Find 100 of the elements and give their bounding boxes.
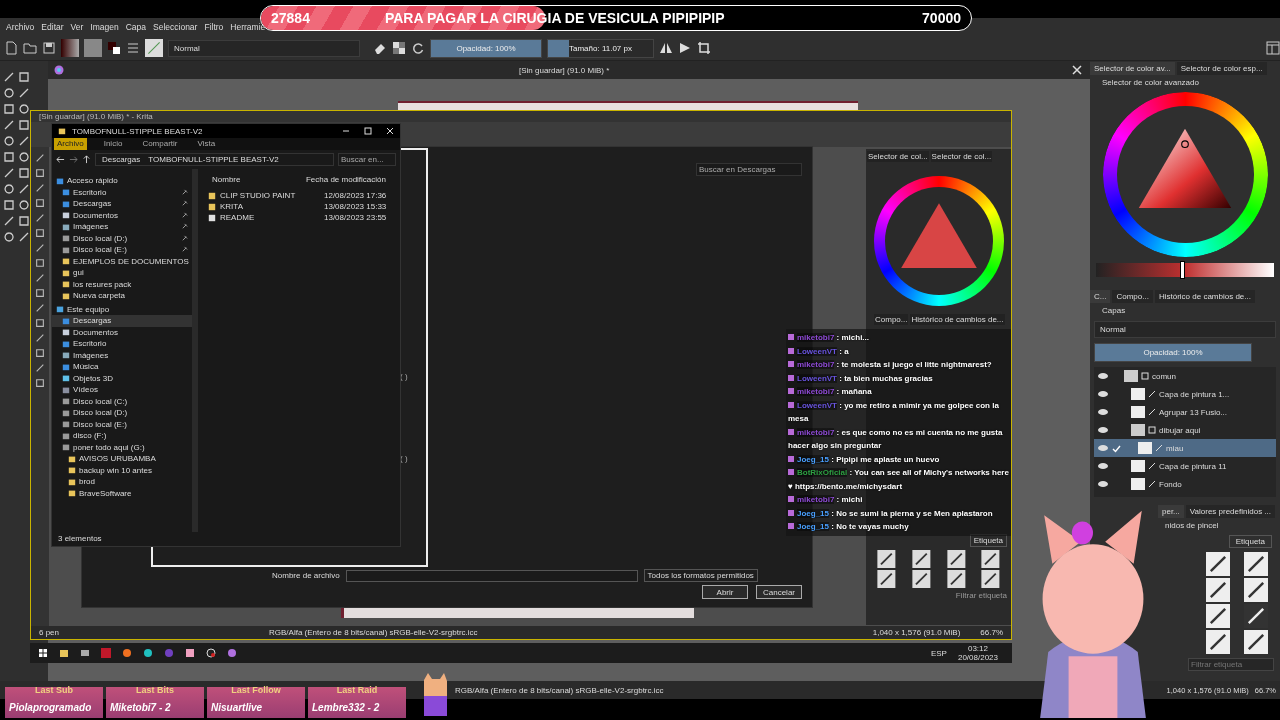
tool-icon[interactable] [3,135,15,147]
docker-tab[interactable]: Valores predefinidos ... [1185,505,1276,518]
crop-icon[interactable] [697,41,711,55]
tree-item[interactable]: Imágenes [52,221,192,233]
tool-icon[interactable] [18,151,30,163]
tool-icon[interactable] [3,71,15,83]
eye-icon[interactable] [1097,462,1109,470]
up-icon[interactable] [82,155,91,164]
search-field[interactable]: Buscar en Descargas [696,163,802,176]
tool-icon[interactable] [3,151,15,163]
eye-icon[interactable] [1097,372,1109,380]
mirror-vertical-icon[interactable] [678,41,692,55]
docker-tab[interactable]: per... [1158,505,1184,518]
layer-row[interactable]: Fondo [1094,475,1276,493]
close-icon[interactable] [1072,65,1082,75]
docker-tab[interactable]: Compo... [874,314,909,325]
menu-item[interactable]: Seleccionar [153,22,198,32]
column-header[interactable]: Nombre [212,175,241,184]
color-swatches-icon[interactable] [107,41,121,55]
eye-icon[interactable] [1097,480,1109,488]
docker-tab[interactable]: Histórico de cambios de... [1154,290,1255,303]
layer-row[interactable]: miau [1094,439,1276,457]
document-tab[interactable]: [Sin guardar] (91.0 MiB) * [519,65,610,75]
tool-icon[interactable] [3,87,15,99]
docker-tab[interactable]: Selector de col... [930,151,993,162]
layer-row[interactable]: Capa de pintura 11 [1094,457,1276,475]
menu-item[interactable]: Archivo [6,22,35,32]
folder-icon[interactable] [59,648,69,658]
layer-row[interactable]: Capa de pintura 1... [1094,385,1276,403]
tree-item[interactable]: Disco local (C:) [52,395,192,407]
check-icon[interactable] [1112,443,1121,453]
tool-icon[interactable] [18,119,30,131]
opacity-slider[interactable]: Opacidad: 100% [1094,343,1252,362]
tree-item[interactable]: AVISOS URUBAMBA [52,453,192,465]
tool-icon[interactable] [18,231,30,243]
tree-item[interactable]: Imágenes [52,349,192,361]
clock[interactable]: 03:12 20/08/2023 [957,644,998,662]
menu-item[interactable]: Ver [70,22,84,32]
docker-tab[interactable]: Selector de col... [867,151,929,162]
tree-item[interactable]: gui [52,267,192,279]
brush-settings-icon[interactable] [126,41,140,55]
tree-item[interactable]: Vídeos [52,384,192,396]
layer-row[interactable]: Agrupar 13 Fusio... [1094,403,1276,421]
tree-item[interactable]: Disco local (D:) [52,232,192,244]
menu-item[interactable]: Herramie [230,22,266,32]
tree-item[interactable]: Descargas [52,198,192,210]
tree-item[interactable]: los resures pack [52,278,192,290]
alpha-lock-icon[interactable] [392,41,406,55]
address-bar[interactable]: Descargas TOMBOFNULL-STIPPLE BEAST-V2 [95,153,334,166]
reload-icon[interactable] [411,41,425,55]
file-row[interactable]: KRITA 13/08/2023 15:33 [208,201,390,212]
save-icon[interactable] [42,41,56,55]
filename-field[interactable] [345,569,638,582]
tree-item[interactable]: Nueva carpeta [52,290,192,302]
tree-item[interactable]: Música [52,361,192,373]
file-row[interactable]: README 13/08/2023 23:55 [208,212,390,223]
forward-icon[interactable] [69,155,78,164]
docker-tab[interactable]: Compo... [1112,290,1153,303]
ribbon-tab[interactable]: Vista [194,138,219,150]
tool-icon[interactable] [3,199,15,211]
tool-icon[interactable] [18,167,30,179]
column-header[interactable]: Fecha de modificación [305,175,386,184]
record-icon[interactable] [206,648,216,658]
tree-item[interactable]: EJEMPLOS DE DOCUMENTOS [52,255,192,267]
language-indicator[interactable]: ESP [930,648,947,658]
eye-icon[interactable] [1097,426,1109,434]
docker-tab[interactable]: Selector de color esp... [1176,62,1267,75]
ribbon-tab[interactable]: Archivo [54,138,87,150]
menu-item[interactable]: Imagen [90,22,119,32]
tree-item[interactable]: Disco local (E:) [52,418,192,430]
blend-mode-dropdown[interactable]: Normal [168,39,360,57]
tree-item[interactable]: disco (F:) [52,430,192,442]
tree-item[interactable]: BraveSoftware [52,487,192,499]
file-type-dropdown[interactable]: Todos los formatos permitidos [643,569,758,582]
mirror-horizontal-icon[interactable] [659,41,673,55]
tool-icon[interactable] [3,183,15,195]
tree-item[interactable]: Descargas [52,315,192,327]
opacity-slider[interactable]: Opacidad: 100% [430,38,542,58]
tool-icon[interactable] [3,119,15,131]
new-document-icon[interactable] [4,41,18,55]
gradient-swatch[interactable] [61,39,79,57]
tree-item[interactable]: brod [52,476,192,488]
maximize-icon[interactable] [364,127,372,135]
tool-icon[interactable] [18,183,30,195]
tool-icon[interactable] [18,71,30,83]
value-slider[interactable] [1096,263,1274,277]
docker-tab[interactable]: Histórico de cambios de... [910,314,1005,325]
menu-item[interactable]: Filtro [204,22,224,32]
ribbon-tab[interactable]: Inicio [100,138,126,150]
minimize-icon[interactable] [342,127,350,135]
tree-item[interactable]: poner todo aqui (G:) [52,441,192,453]
filter-field[interactable]: Filtrar etiqueta [955,591,1007,600]
eye-icon[interactable] [1097,390,1109,398]
file-row[interactable]: CLIP STUDIO PAINT 12/08/2023 17:36 [208,190,390,201]
windows-icon[interactable] [38,648,48,658]
eraser-icon[interactable] [373,41,387,55]
tag-button[interactable]: Etiqueta [1228,535,1272,548]
tool-icon[interactable] [3,215,15,227]
tree-item[interactable]: Documentos [52,209,192,221]
search-field[interactable]: Buscar en... [338,153,396,166]
